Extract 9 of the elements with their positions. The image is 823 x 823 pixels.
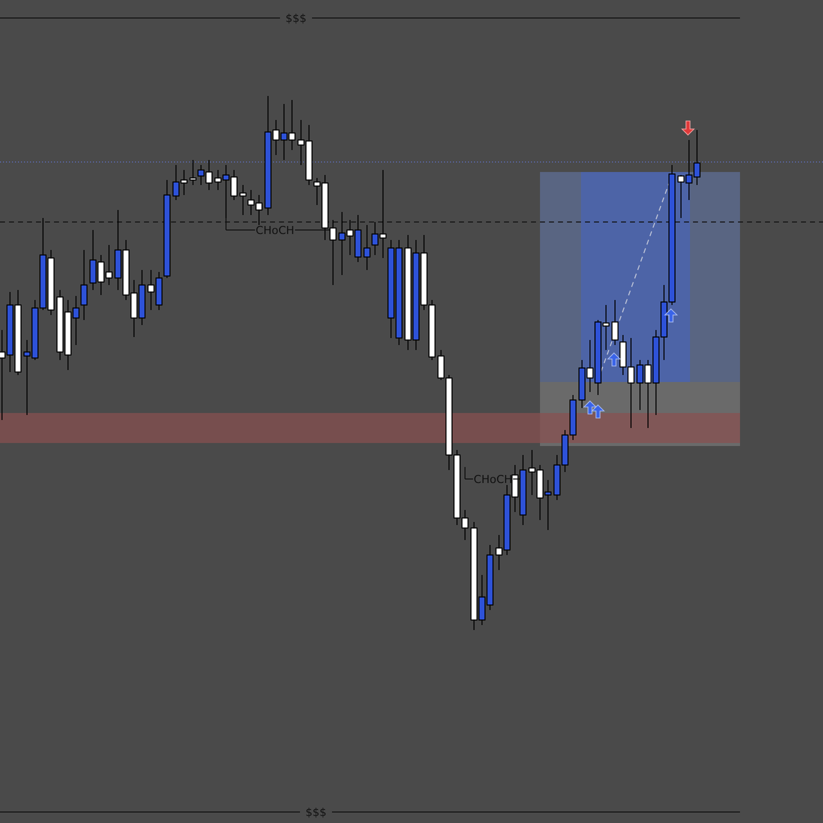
liquidity-label: $$$: [286, 12, 306, 25]
choch-label: CHoCH: [256, 224, 294, 237]
down-arrow-icon: [681, 120, 695, 136]
up-arrow-icon: [583, 400, 597, 414]
liquidity-label: $$$: [306, 806, 326, 819]
choch-label: CHoCH: [474, 473, 512, 486]
up-arrow-icon: [591, 404, 605, 418]
up-arrow-icon: [607, 352, 621, 366]
up-arrow-icon: [664, 308, 678, 322]
